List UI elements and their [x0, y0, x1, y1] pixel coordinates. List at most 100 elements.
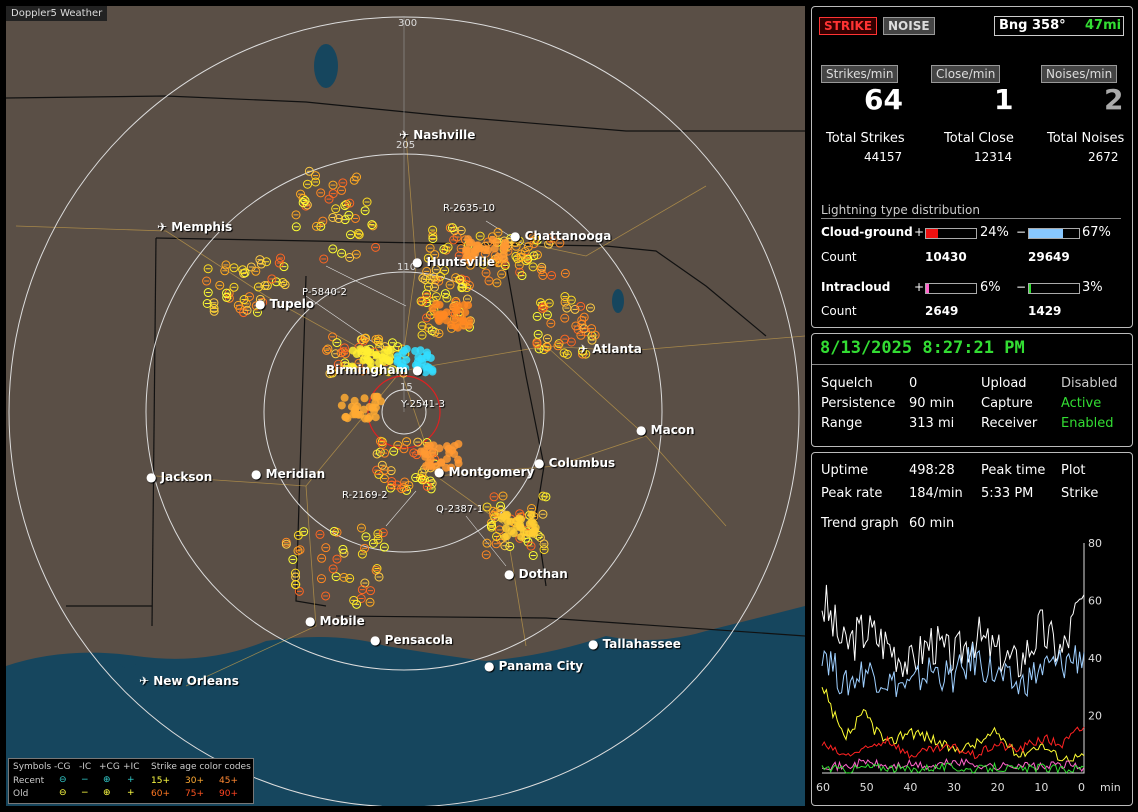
peak-time-value: 5:33 PM [981, 486, 1034, 501]
recent-pos-ic-icon: + [127, 775, 135, 785]
app-title: Doppler5 Weather [6, 6, 108, 21]
settings-panel: 8/13/2025 8:27:21 PM Squelch 0 Upload Di… [811, 333, 1133, 447]
storm-label[interactable]: Q-2387-1 [436, 504, 483, 515]
strike-cluster-dot [363, 346, 372, 355]
x-tick-label: 60 [816, 781, 830, 794]
x-tick-label: 30 [947, 781, 961, 794]
symbol-legend: Symbols -CG -IC +CG +IC Strike age color… [8, 758, 254, 804]
total-close-value: 12314 [974, 150, 1013, 164]
strike-cluster-dot [445, 448, 454, 457]
datetime: 8/13/2025 8:27:21 PM [820, 338, 1025, 358]
bearing-value: Bng 358° [999, 18, 1066, 33]
strike-cluster-dot [461, 308, 470, 317]
noise-mode-button[interactable]: NOISE [883, 17, 935, 35]
strike-cluster-dot [525, 529, 534, 538]
city-montgomery: ● Montgomery [434, 465, 535, 479]
trend-graph-value[interactable]: 60 min [909, 516, 954, 531]
strike-cluster-dot [347, 402, 356, 411]
storm-label[interactable]: R-2169-2 [342, 490, 388, 501]
y-tick-label: 40 [1088, 652, 1102, 665]
city-birmingham: Birmingham ● [326, 363, 423, 377]
intracloud-label: Intracloud [821, 280, 891, 294]
trend-series-line [821, 726, 1085, 760]
strike-cluster-dot [527, 517, 536, 526]
upload-status[interactable]: Disabled [1061, 376, 1117, 391]
trend-series-line [821, 642, 1085, 698]
y-tick-label: 80 [1088, 539, 1102, 550]
city-huntsville: ● Huntsville [412, 255, 495, 269]
strike-cluster-dot [442, 442, 451, 451]
city-meridian: ● Meridian [251, 467, 326, 481]
strike-cluster-dot [472, 241, 481, 250]
range-value[interactable]: 313 mi [909, 416, 954, 431]
strike-cluster-dot [501, 524, 510, 533]
city-atlanta: ✈ Atlanta [578, 342, 642, 356]
strike-cluster-dot [462, 245, 471, 254]
storm-label[interactable]: Y-2541-3 [401, 399, 445, 410]
squelch-value[interactable]: 0 [909, 376, 917, 391]
strike-cluster-dot [439, 312, 448, 321]
distribution-title: Lightning type distribution [821, 203, 980, 217]
strike-mode-button[interactable]: STRIKE [819, 17, 878, 35]
strike-cluster-dot [360, 394, 369, 403]
storm-label[interactable]: R-2635-10 [443, 203, 495, 214]
trend-chart: 80 60 40 20 60 50 40 30 20 10 0 min [816, 539, 1121, 794]
ic-negative-bar [1028, 283, 1080, 294]
strike-cluster-dot [501, 238, 510, 247]
cg-positive-pct: 24% [980, 225, 1009, 240]
old-neg-cg-icon: ⊖ [59, 788, 67, 798]
strike-cluster-dot [343, 414, 352, 423]
total-noises-label: Total Noises [1047, 131, 1125, 146]
old-neg-ic-icon: − [81, 788, 89, 798]
close-per-min-button[interactable]: Close/min [931, 65, 1001, 83]
old-pos-ic-icon: + [127, 788, 135, 798]
city-panama-city: ● Panama City [484, 659, 584, 673]
range-label-15: 15 [400, 382, 413, 393]
strike-cluster-dot [502, 532, 511, 541]
old-pos-cg-icon: ⊕ [103, 788, 111, 798]
strike-cluster-dot [490, 244, 499, 253]
strike-cluster-dot [428, 367, 437, 376]
receiver-status[interactable]: Enabled [1061, 416, 1114, 431]
city-jackson: ● Jackson [146, 470, 213, 484]
trend-series-line [821, 687, 1085, 762]
city-chattanooga: ● Chattanooga [510, 229, 612, 243]
strike-cluster-dot [371, 398, 380, 407]
strikes-per-min-value: 64 [864, 83, 903, 116]
noises-per-min-button[interactable]: Noises/min [1041, 65, 1118, 83]
strike-cluster-dot [453, 323, 462, 332]
total-strikes-value: 44157 [864, 150, 903, 164]
persistence-value[interactable]: 90 min [909, 396, 954, 411]
strike-cluster-dot [400, 346, 409, 355]
trend-axes [822, 543, 1085, 774]
capture-status[interactable]: Active [1061, 396, 1101, 411]
city-tupelo: ● Tupelo [255, 297, 315, 311]
strike-cluster-dot [450, 441, 459, 450]
total-close-label: Total Close [944, 131, 1014, 146]
strike-cluster-dot [354, 410, 363, 419]
strike-cluster-dot [423, 351, 432, 360]
city-macon: ● Macon [636, 423, 695, 437]
bearing-box: Bng 358° 47mi [994, 16, 1124, 36]
storm-label[interactable]: P-5840-2 [302, 287, 347, 298]
city-columbus: ● Columbus [534, 456, 616, 470]
strike-cluster-dot [348, 346, 357, 355]
peak-rate-value: 184/min [909, 486, 963, 501]
lightning-map[interactable]: 300 205 110 15 Doppler5 Weather ✈ Nashvi… [6, 6, 805, 806]
strike-cluster-dot [483, 246, 492, 255]
strikes-per-min-button[interactable]: Strikes/min [821, 65, 899, 83]
city-new-orleans: ✈ New Orleans [139, 674, 239, 688]
y-tick-label: 60 [1088, 595, 1102, 608]
plot-value[interactable]: Strike [1061, 486, 1098, 501]
cg-positive-bar [925, 228, 977, 239]
highways [15, 135, 805, 687]
ic-positive-count: 2649 [925, 304, 959, 318]
ic-negative-pct: 3% [1082, 280, 1103, 295]
ic-positive-bar [925, 283, 977, 294]
cg-negative-bar [1028, 228, 1080, 239]
recent-neg-cg-icon: ⊖ [59, 775, 67, 785]
cg-negative-pct: 67% [1082, 225, 1111, 240]
city-nashville: ✈ Nashville [399, 128, 476, 142]
strike-cluster-dot [513, 522, 522, 531]
city-mobile: ● Mobile [305, 614, 365, 628]
